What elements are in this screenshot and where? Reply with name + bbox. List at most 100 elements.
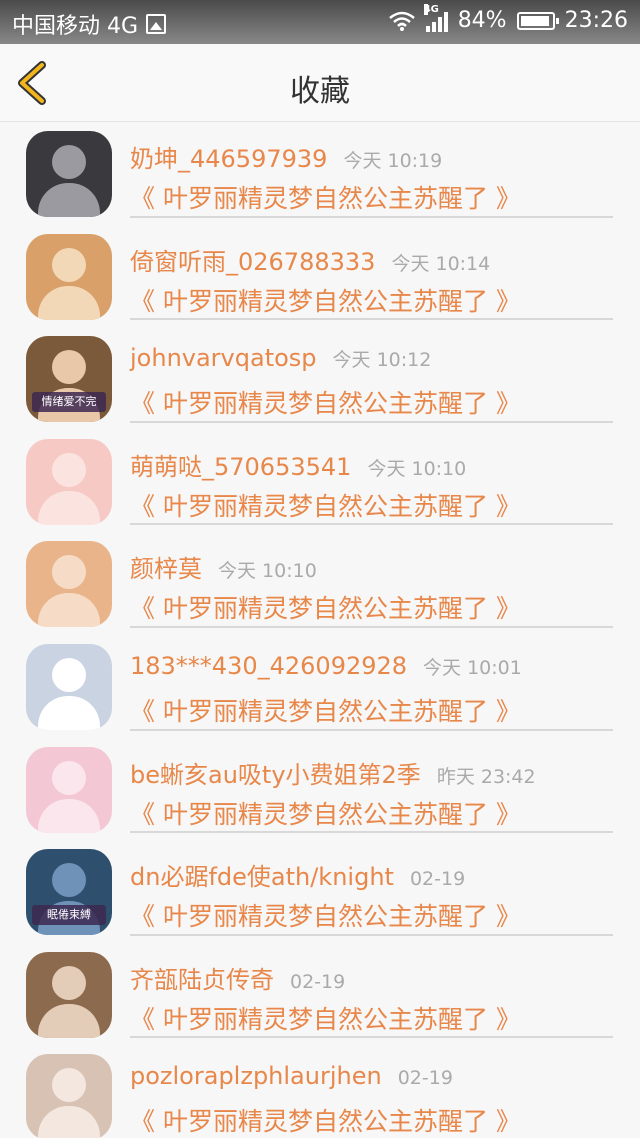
list-item[interactable]: 齐瓿陆贞传奇 02-19 《 叶罗丽精灵梦自然公主苏醒了 》 <box>0 944 640 1047</box>
book-title[interactable]: 《 叶罗丽精灵梦自然公主苏醒了 》 <box>130 589 521 625</box>
username[interactable]: 倚窗听雨_026788333 <box>130 242 375 277</box>
item-info: pozloraplzphlaurjhen 02-19 《 叶罗丽精灵梦自然公主苏醒了… <box>130 1046 613 1138</box>
item-info: be蜥亥au吸ty小费姐第2季 昨天 23:42 《 叶罗丽精灵梦自然公主苏醒了 》 <box>130 739 613 842</box>
item-info: 183***430_426092928 今天 10:01 《 叶罗丽精灵梦自然公主苏… <box>130 636 613 739</box>
title-bar: 收藏 <box>0 44 640 122</box>
username[interactable]: pozloraplzphlaurjhen <box>130 1062 382 1090</box>
item-info: 奶坤_446597939 今天 10:19 《 叶罗丽精灵梦自然公主苏醒了 》 <box>130 123 613 226</box>
list-item[interactable]: 奶坤_446597939 今天 10:19 《 叶罗丽精灵梦自然公主苏醒了 》 <box>0 123 640 226</box>
timestamp: 今天 10:19 <box>343 150 443 172</box>
divider <box>130 420 613 423</box>
avatar[interactable] <box>26 438 112 525</box>
username[interactable]: dn必踞fde使ath/knight <box>130 857 394 892</box>
item-header: 倚窗听雨_026788333 今天 10:14 <box>130 242 490 277</box>
avatar-face <box>52 1068 86 1103</box>
item-header: 183***430_426092928 今天 10:01 <box>130 652 522 680</box>
status-right: 4G 84% 23:26 <box>388 3 628 33</box>
username[interactable]: 奶坤_446597939 <box>130 139 327 174</box>
item-header: 齐瓿陆贞传奇 02-19 <box>130 960 345 995</box>
item-info: 齐瓿陆贞传奇 02-19 《 叶罗丽精灵梦自然公主苏醒了 》 <box>130 944 613 1047</box>
cell-signal-icon: 4G <box>423 3 448 32</box>
timestamp: 02-19 <box>397 1067 453 1090</box>
list-item[interactable]: 眠倦束縛 dn必踞fde使ath/knight 02-19 《 叶罗丽精灵梦自然公主苏… <box>0 841 640 944</box>
list-item[interactable]: be蜥亥au吸ty小费姐第2季 昨天 23:42 《 叶罗丽精灵梦自然公主苏醒了 》 <box>0 739 640 842</box>
item-info: johnvarvqatosp 今天 10:12 《 叶罗丽精灵梦自然公主苏醒了 》 <box>130 328 613 431</box>
avatar[interactable]: 眠倦束縛 <box>26 849 112 936</box>
avatar-body <box>38 285 100 320</box>
divider <box>130 523 613 526</box>
page-title: 收藏 <box>290 74 350 109</box>
avatar-face <box>52 350 86 385</box>
avatar-face <box>52 760 86 795</box>
list-item[interactable]: 颜梓莫 今天 10:10 《 叶罗丽精灵梦自然公主苏醒了 》 <box>0 533 640 636</box>
timestamp: 02-19 <box>290 970 346 993</box>
item-header: be蜥亥au吸ty小费姐第2季 昨天 23:42 <box>130 755 536 790</box>
timestamp: 今天 10:10 <box>218 560 317 583</box>
divider <box>130 318 613 321</box>
image-notification-icon <box>146 14 167 34</box>
avatar-body <box>38 798 100 833</box>
item-header: 萌萌哒_570653541 今天 10:10 <box>130 447 466 482</box>
avatar[interactable] <box>26 233 112 320</box>
username[interactable]: 萌萌哒_570653541 <box>130 447 351 482</box>
timestamp: 今天 10:10 <box>367 457 467 480</box>
timestamp: 昨天 23:42 <box>436 765 536 788</box>
timestamp: 今天 10:12 <box>332 349 432 372</box>
avatar-face <box>52 863 86 898</box>
book-title[interactable]: 《 叶罗丽精灵梦自然公主苏醒了 》 <box>130 1000 521 1036</box>
wifi-icon <box>388 11 415 31</box>
battery-icon <box>516 11 559 30</box>
avatar-body <box>38 183 100 217</box>
book-title[interactable]: 《 叶罗丽精灵梦自然公主苏醒了 》 <box>130 282 521 318</box>
timestamp: 今天 10:14 <box>391 252 491 275</box>
book-title[interactable]: 《 叶罗丽精灵梦自然公主苏醒了 》 <box>130 692 521 728</box>
clock: 23:26 <box>564 8 628 33</box>
username[interactable]: be蜥亥au吸ty小费姐第2季 <box>130 755 421 790</box>
item-header: 奶坤_446597939 今天 10:19 <box>130 139 442 174</box>
divider <box>130 1036 613 1039</box>
network-type-badge: 4G <box>423 3 439 15</box>
book-title[interactable]: 《 叶罗丽精灵梦自然公主苏醒了 》 <box>130 487 521 523</box>
avatar-body <box>38 695 100 730</box>
avatar-body <box>38 593 100 628</box>
favorites-list: 奶坤_446597939 今天 10:19 《 叶罗丽精灵梦自然公主苏醒了 》倚窗听… <box>0 123 640 1138</box>
item-header: johnvarvqatosp 今天 10:12 <box>130 344 431 372</box>
list-item[interactable]: 倚窗听雨_026788333 今天 10:14 《 叶罗丽精灵梦自然公主苏醒了 》 <box>0 226 640 329</box>
item-header: pozloraplzphlaurjhen 02-19 <box>130 1062 453 1090</box>
item-info: 颜梓莫 今天 10:10 《 叶罗丽精灵梦自然公主苏醒了 》 <box>130 533 613 636</box>
avatar-face <box>52 452 86 487</box>
list-item[interactable]: pozloraplzphlaurjhen 02-19 《 叶罗丽精灵梦自然公主苏醒了… <box>0 1046 640 1138</box>
list-item[interactable]: 萌萌哒_570653541 今天 10:10 《 叶罗丽精灵梦自然公主苏醒了 》 <box>0 431 640 534</box>
avatar-body <box>38 1003 100 1038</box>
timestamp: 02-19 <box>409 868 466 891</box>
username[interactable]: 183***430_426092928 <box>130 652 407 680</box>
list-item[interactable]: 183***430_426092928 今天 10:01 《 叶罗丽精灵梦自然公主苏… <box>0 636 640 739</box>
avatar-face <box>52 247 86 282</box>
username[interactable]: 齐瓿陆贞传奇 <box>130 960 274 995</box>
avatar[interactable]: 情绪爱不完 <box>26 336 112 423</box>
username[interactable]: johnvarvqatosp <box>130 344 317 372</box>
item-info: 倚窗听雨_026788333 今天 10:14 《 叶罗丽精灵梦自然公主苏醒了 》 <box>130 226 613 329</box>
avatar[interactable] <box>26 643 112 730</box>
avatar[interactable] <box>26 746 112 833</box>
book-title[interactable]: 《 叶罗丽精灵梦自然公主苏醒了 》 <box>130 897 521 933</box>
avatar-caption: 情绪爱不完 <box>32 392 106 413</box>
book-title[interactable]: 《 叶罗丽精灵梦自然公主苏醒了 》 <box>130 1102 521 1138</box>
avatar-face <box>52 145 86 179</box>
avatar[interactable] <box>26 951 112 1038</box>
status-left: 中国移动 4G <box>12 8 167 40</box>
divider <box>130 215 613 218</box>
book-title[interactable]: 《 叶罗丽精灵梦自然公主苏醒了 》 <box>130 795 521 831</box>
avatar[interactable] <box>26 1054 112 1138</box>
avatar[interactable] <box>26 131 112 217</box>
avatar-face <box>52 965 86 1000</box>
list-item[interactable]: 情绪爱不完 johnvarvqatosp 今天 10:12 《 叶罗丽精灵梦自然公主苏… <box>0 328 640 431</box>
avatar-face <box>52 555 86 590</box>
timestamp: 今天 10:01 <box>423 656 522 679</box>
avatar-body <box>38 1106 100 1138</box>
username[interactable]: 颜梓莫 <box>130 549 202 584</box>
book-title[interactable]: 《 叶罗丽精灵梦自然公主苏醒了 》 <box>130 179 521 215</box>
book-title[interactable]: 《 叶罗丽精灵梦自然公主苏醒了 》 <box>130 384 521 420</box>
avatar-body <box>38 490 100 525</box>
avatar[interactable] <box>26 541 112 628</box>
